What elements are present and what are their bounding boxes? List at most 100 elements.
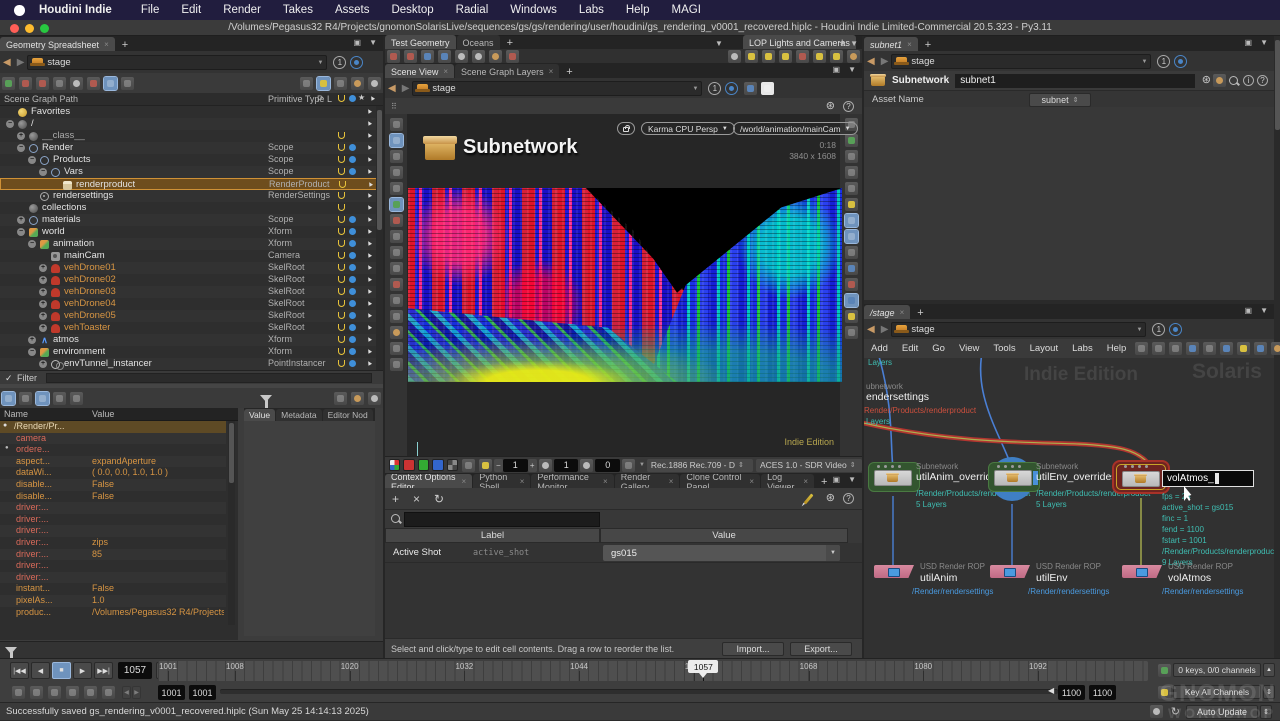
- menu-item-magi[interactable]: MAGI: [661, 4, 712, 16]
- skydome-light-icon[interactable]: [762, 50, 775, 63]
- keys-info-button[interactable]: 0 keys, 0/0 channels: [1173, 663, 1261, 677]
- flipbook-icon[interactable]: [12, 686, 25, 699]
- back-icon[interactable]: ◀: [388, 83, 396, 94]
- selectable-flag-icon[interactable]: ▲: [365, 107, 375, 117]
- help-icon[interactable]: ?: [843, 493, 854, 504]
- snapshot-icon[interactable]: [1220, 342, 1233, 355]
- star-column-icon[interactable]: ★: [358, 93, 365, 102]
- attribute-row[interactable]: ●ordere...: [0, 444, 226, 456]
- side-tab-value[interactable]: Value: [244, 409, 275, 421]
- display-node-icon[interactable]: [2, 77, 15, 90]
- settings-gear-icon[interactable]: ⊛: [826, 493, 835, 504]
- pane-maximize-icon[interactable]: ▣: [832, 475, 840, 484]
- help-icon[interactable]: ?: [1257, 75, 1268, 86]
- filter-funnel-icon[interactable]: [5, 647, 17, 654]
- expand-keys-icon[interactable]: ▲: [1263, 663, 1275, 677]
- range-end-field[interactable]: 1100: [1089, 685, 1116, 700]
- expand-icon[interactable]: +: [39, 300, 47, 308]
- collapse-tree-icon[interactable]: [300, 77, 313, 90]
- blueshape-icon[interactable]: [421, 50, 434, 63]
- inspect-icon[interactable]: [87, 77, 100, 90]
- key-ticks-icon[interactable]: [84, 686, 97, 699]
- chevron-down-icon[interactable]: ▼: [1141, 59, 1147, 65]
- dim-icon[interactable]: [845, 326, 858, 339]
- help-icon[interactable]: [368, 392, 381, 405]
- tools-icon[interactable]: [1135, 342, 1148, 355]
- activation-column-icon[interactable]: [338, 95, 345, 102]
- expand-icon[interactable]: −: [28, 156, 36, 164]
- range-end-handle[interactable]: ◀: [1048, 686, 1054, 695]
- active-flag-icon[interactable]: [338, 228, 345, 235]
- close-tab-icon[interactable]: ×: [549, 67, 554, 76]
- tree-row-rendersettings[interactable]: rendersettingsRenderSettings▲: [0, 190, 383, 202]
- active-flag-icon[interactable]: [338, 168, 345, 175]
- pane-maximize-icon[interactable]: ▣: [1244, 306, 1252, 315]
- context-option-row[interactable]: Active Shot active_shot gs015 ▼: [385, 543, 862, 563]
- collapse-icon[interactable]: ●: [3, 422, 7, 429]
- key-mode-spinner[interactable]: ⇕: [1263, 685, 1275, 699]
- blue-channel-icon[interactable]: [432, 459, 443, 471]
- tree-row-envTunnelinstancer[interactable]: +envTunnel_instancerPointInstancer▲: [0, 358, 383, 370]
- trs-icon[interactable]: [70, 392, 83, 405]
- new-tab-button[interactable]: +: [815, 476, 833, 488]
- expand-icon[interactable]: +: [39, 288, 47, 296]
- contrast-field[interactable]: 1: [554, 459, 579, 472]
- side-tab-metadata[interactable]: Metadata: [276, 409, 321, 421]
- tab-performance-monitor[interactable]: Performance Monitor×: [531, 474, 613, 488]
- render-image[interactable]: [408, 188, 842, 382]
- pane-menu-icon[interactable]: ▼: [1260, 306, 1268, 315]
- pane-menu-icon[interactable]: ▼: [848, 475, 856, 484]
- walk-tool-icon[interactable]: [390, 310, 403, 323]
- rubbertoy-icon[interactable]: [387, 50, 400, 63]
- isolate-icon[interactable]: [845, 182, 858, 195]
- visible-flag-icon[interactable]: [349, 240, 356, 247]
- selectable-flag-icon[interactable]: ▲: [365, 311, 375, 321]
- selectable-flag-icon[interactable]: ▲: [365, 143, 375, 153]
- active-flag-icon[interactable]: [338, 252, 345, 259]
- camera-lock-pill[interactable]: [617, 122, 635, 135]
- selectable-flag-icon[interactable]: ▲: [365, 239, 375, 249]
- clipboard-icon[interactable]: [351, 392, 364, 405]
- selectable-flag-icon[interactable]: ▲: [365, 299, 375, 309]
- pane-maximize-icon[interactable]: ▣: [353, 38, 361, 47]
- shelf-tab-test-geometry[interactable]: Test Geometry: [385, 35, 456, 49]
- close-tab-icon[interactable]: ×: [443, 67, 448, 76]
- new-shelf-tab-button[interactable]: +: [501, 37, 519, 49]
- env-light-icon[interactable]: [847, 50, 860, 63]
- params-path-field[interactable]: stage ▼: [891, 54, 1151, 69]
- close-tab-icon[interactable]: ×: [669, 477, 674, 486]
- settings-gear-icon[interactable]: [334, 77, 347, 90]
- visible-flag-icon[interactable]: [349, 348, 356, 355]
- chevron-down-icon[interactable]: ▼: [692, 86, 698, 92]
- new-pane-tab-button[interactable]: +: [560, 66, 578, 78]
- link-icon[interactable]: [104, 77, 117, 90]
- apple-icon[interactable]: [14, 5, 25, 16]
- active-flag-icon[interactable]: [338, 204, 345, 211]
- range-slider[interactable]: [220, 689, 1058, 694]
- playback-end-field[interactable]: 1100: [1058, 685, 1085, 700]
- rop-utilAnim[interactable]: [874, 565, 914, 578]
- tree-row-renderproduct[interactable]: renderproductRenderProduct▲◀: [0, 178, 383, 190]
- bulb-icon[interactable]: [845, 214, 858, 227]
- tree-row-Products[interactable]: −ProductsScope▲: [0, 154, 383, 166]
- reload-options-icon[interactable]: ↻: [434, 492, 444, 506]
- squab-icon[interactable]: [438, 50, 451, 63]
- chevron-down-icon[interactable]: ▼: [639, 462, 645, 468]
- tab-log-viewer[interactable]: Log Viewer×: [761, 474, 814, 488]
- tab-clone-control-panel[interactable]: Clone Control Panel×: [680, 474, 760, 488]
- search-input[interactable]: [404, 512, 600, 527]
- active-flag-icon[interactable]: [338, 144, 345, 151]
- node-utilAnim-overrides[interactable]: [868, 462, 920, 492]
- menu-item-radial[interactable]: Radial: [445, 4, 500, 16]
- expand-icon[interactable]: +: [39, 276, 47, 284]
- scale-icon[interactable]: [390, 182, 403, 195]
- close-tab-icon[interactable]: ×: [900, 308, 905, 317]
- active-flag-icon[interactable]: [338, 348, 345, 355]
- active-flag-icon[interactable]: [338, 132, 345, 139]
- histogram-icon[interactable]: [622, 459, 635, 472]
- selectable-flag-icon[interactable]: ▲: [365, 203, 375, 213]
- help-icon[interactable]: ?: [843, 101, 854, 112]
- active-flag-icon[interactable]: [338, 240, 345, 247]
- app-menu[interactable]: Houdini Indie: [39, 4, 112, 16]
- forward-icon[interactable]: ▶: [881, 324, 889, 335]
